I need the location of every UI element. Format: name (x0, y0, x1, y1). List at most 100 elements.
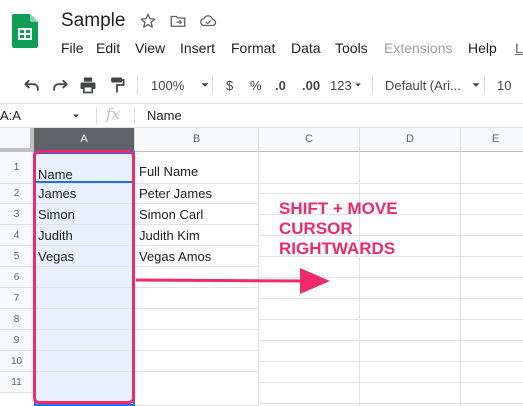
cell-a8[interactable] (34, 309, 135, 330)
column-header-c[interactable]: C (259, 128, 360, 152)
toolbar: 100% $ % .0 .00 123 Default (Ari... 10 (0, 66, 523, 104)
toolbar-divider (137, 76, 138, 94)
cell-b1[interactable]: Full Name (135, 152, 259, 184)
cell-b5[interactable]: Vegas Amos (135, 246, 259, 267)
spreadsheet-grid: A B C D E 1 2 3 4 5 6 7 8 9 10 11 Name J… (0, 128, 523, 406)
paint-format-icon (111, 77, 125, 93)
annotation-line-1: SHIFT + MOVE (279, 199, 398, 218)
column-c-cells[interactable] (259, 152, 360, 406)
name-box[interactable]: A:A (0, 108, 82, 126)
column-header-d[interactable]: D (360, 128, 461, 152)
cell-b3[interactable]: Simon Carl (135, 204, 259, 225)
menu-extensions[interactable]: Extensions (384, 40, 452, 56)
cell-a6[interactable] (34, 267, 135, 288)
menu-file[interactable]: File (61, 40, 84, 56)
menu-edit[interactable]: Edit (96, 40, 120, 56)
more-formats-label: 123 (330, 77, 352, 93)
cell-b11[interactable] (135, 372, 259, 406)
row-header-6[interactable]: 6 (0, 267, 34, 288)
toolbar-divider (484, 76, 485, 94)
redo-icon (53, 79, 68, 91)
cell-a9[interactable] (34, 330, 135, 351)
row-header-7[interactable]: 7 (0, 288, 34, 309)
fx-icon: fx (106, 105, 121, 123)
row-header-4[interactable]: 4 (0, 225, 34, 246)
cell-a7[interactable] (34, 288, 135, 309)
menu-data[interactable]: Data (291, 40, 321, 56)
title-bar: Sample File Edit View Insert Format Data… (0, 0, 523, 66)
formula-input[interactable]: Name (147, 108, 182, 123)
menu-help[interactable]: Help (468, 40, 497, 56)
cell-b6[interactable] (135, 267, 259, 288)
font-size-input[interactable]: 10 (497, 74, 511, 96)
document-title[interactable]: Sample (61, 10, 125, 32)
cell-a3[interactable]: Simon (34, 204, 135, 225)
column-e-cells[interactable] (461, 152, 523, 406)
row-header-11[interactable]: 11 (0, 372, 34, 393)
cell-a10[interactable] (34, 351, 135, 372)
cell-b9[interactable] (135, 330, 259, 351)
row-header-1[interactable]: 1 (0, 152, 34, 184)
row-1-empty-cells (259, 152, 523, 184)
annotation-text: SHIFT + MOVE CURSOR RIGHTWARDS (279, 199, 398, 259)
cell-a4[interactable]: Judith (34, 225, 135, 246)
google-sheets-logo-icon[interactable] (12, 14, 38, 48)
column-header-a[interactable]: A (34, 128, 135, 152)
row-header-8[interactable]: 8 (0, 309, 34, 330)
formula-divider (96, 108, 97, 124)
cloud-saved-icon[interactable] (199, 12, 217, 30)
annotation-line-2: CURSOR (279, 219, 353, 238)
print-button[interactable] (78, 74, 98, 96)
chevron-down-icon (73, 114, 79, 118)
row-header-9[interactable]: 9 (0, 330, 34, 351)
cell-a1[interactable]: Name (34, 152, 135, 184)
column-header-e[interactable]: E (461, 128, 523, 152)
more-formats-select[interactable]: 123 (330, 74, 364, 96)
menu-format[interactable]: Format (231, 40, 275, 56)
paint-format-button[interactable] (107, 74, 127, 96)
cell-b4[interactable]: Judith Kim (135, 225, 259, 246)
chevron-down-icon (354, 83, 361, 87)
decrease-decimal-button[interactable]: .0 (275, 74, 286, 96)
cell-b2[interactable]: Peter James (135, 184, 259, 204)
active-cell-underline (34, 181, 135, 183)
annotation-line-3: RIGHTWARDS (279, 239, 396, 258)
select-all-corner[interactable] (0, 128, 34, 152)
formula-bar: A:A fx Name (0, 104, 523, 128)
menu-insert[interactable]: Insert (180, 40, 215, 56)
font-family-value: Default (Ari... (385, 77, 461, 93)
format-percent-button[interactable]: % (250, 74, 262, 96)
cell-a11[interactable] (34, 372, 135, 406)
cell-a5[interactable]: Vegas (34, 246, 135, 267)
column-header-b[interactable]: B (135, 128, 259, 152)
cell-b10[interactable] (135, 351, 259, 372)
row-header-2[interactable]: 2 (0, 184, 34, 204)
zoom-value: 100% (151, 77, 185, 93)
name-box-value: A:A (0, 108, 21, 123)
chevron-down-icon (201, 83, 209, 87)
star-icon[interactable] (139, 12, 157, 30)
cell-b7[interactable] (135, 288, 259, 309)
format-currency-button[interactable]: $ (226, 74, 233, 96)
font-family-select[interactable]: Default (Ari... (385, 74, 483, 96)
column-d-cells[interactable] (360, 152, 461, 406)
formula-divider (134, 108, 135, 124)
toolbar-divider (372, 76, 373, 94)
row-header-3[interactable]: 3 (0, 204, 34, 225)
cell-b8[interactable] (135, 309, 259, 330)
undo-button[interactable] (22, 74, 42, 96)
menu-view[interactable]: View (135, 40, 165, 56)
row-header-10[interactable]: 10 (0, 351, 34, 372)
cell-a2[interactable]: James (34, 184, 135, 204)
zoom-select[interactable]: 100% (151, 74, 212, 96)
toolbar-divider (212, 76, 213, 94)
menu-tools[interactable]: Tools (335, 40, 368, 56)
chevron-down-icon (472, 83, 480, 87)
move-folder-icon[interactable] (169, 12, 187, 30)
undo-icon (24, 79, 39, 91)
print-icon (80, 77, 96, 94)
increase-decimal-button[interactable]: .00 (302, 74, 320, 96)
menu-last-edit[interactable]: L (515, 40, 523, 56)
row-header-5[interactable]: 5 (0, 246, 34, 267)
redo-button[interactable] (50, 74, 70, 96)
